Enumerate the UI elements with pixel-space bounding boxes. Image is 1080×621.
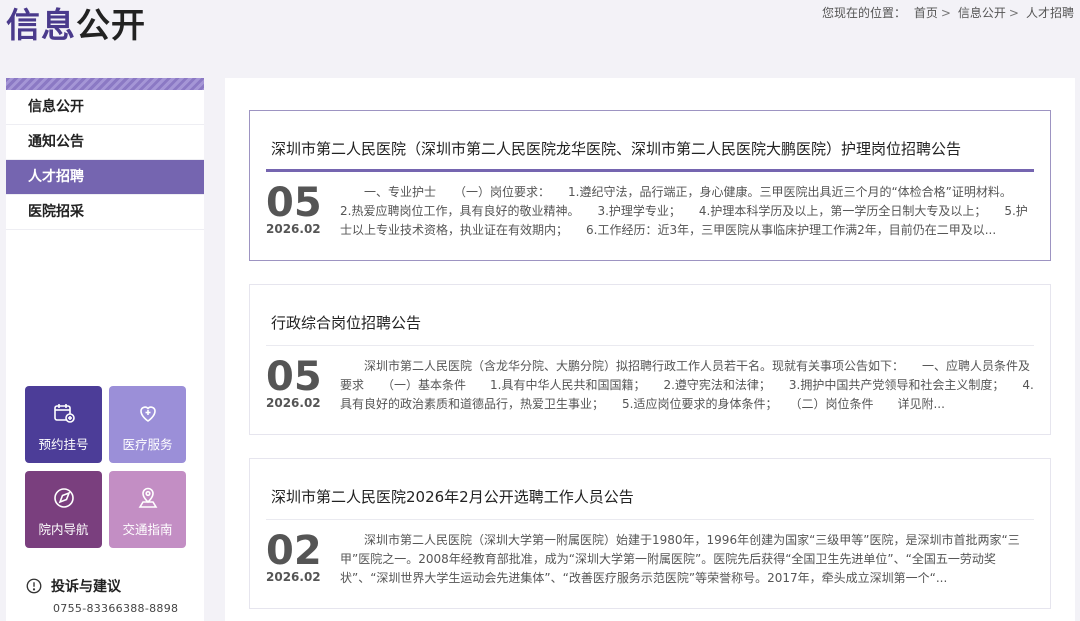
page-title: 信息公开 [6,4,146,48]
article-day: 05 [266,354,322,400]
tile-label: 医疗服务 [122,437,173,452]
article-day: 02 [266,528,322,574]
article-day: 05 [266,180,322,226]
tile-medical-service[interactable]: 医疗服务 [109,386,186,463]
navigation-icon [25,486,102,512]
page-title-part2: 公开 [76,6,146,46]
breadcrumb-prefix: 您现在的位置： [821,6,906,20]
tile-navigation[interactable]: 院内导航 [25,471,102,548]
heart-plus-icon [109,401,186,427]
sidebar-item-recruitment[interactable]: 人才招聘 [6,160,204,195]
sidebar-stripe [6,78,204,90]
breadcrumb: 您现在的位置： 首页 > 信息公开 > 人才招聘 [818,4,1074,21]
article-card[interactable]: 深圳市第二人民医院2026年2月公开选聘工作人员公告 02 2026.02 深圳… [249,458,1051,609]
article-divider [266,345,1034,346]
sidebar: 信息公开 通知公告 人才招聘 医院招采 预约挂号 医疗服务 院内导航 交通指南 … [6,78,204,621]
article-summary: 深圳市第二人民医院（深圳大学第一附属医院）始建于1980年，1996年创建为国家… [340,533,1020,585]
tile-appointment[interactable]: 预约挂号 [25,386,102,463]
article-title[interactable]: 深圳市第二人民医院（深圳市第二人民医院龙华医院、深圳市第二人民医院大鹏医院）护理… [271,138,1034,159]
page-title-part1: 信息 [6,6,76,46]
article-divider [266,519,1034,520]
article-card[interactable]: 行政综合岗位招聘公告 05 2026.02 深圳市第二人民医院（含龙华分院、大鹏… [249,284,1051,435]
breadcrumb-sep: > [940,6,951,20]
article-year-month: 2026.02 [266,222,321,236]
complaint-phone: 0755-83366388-8898 [53,602,179,615]
tile-label: 预约挂号 [38,437,89,452]
article-divider [266,169,1034,172]
article-card[interactable]: 深圳市第二人民医院（深圳市第二人民医院龙华医院、深圳市第二人民医院大鹏医院）护理… [249,110,1051,261]
breadcrumb-current[interactable]: 人才招聘 [1026,6,1074,20]
article-summary: 一、专业护士 （一）岗位要求： 1.遵纪守法，品行端正，身心健康。三甲医院出具近… [340,185,1030,237]
breadcrumb-info[interactable]: 信息公开 [958,6,1006,20]
article-title[interactable]: 行政综合岗位招聘公告 [271,312,1034,333]
article-summary: 深圳市第二人民医院（含龙华分院、大鹏分院）拟招聘行政工作人员若干名。现就有关事项… [340,359,1034,411]
article-year-month: 2026.02 [266,396,321,410]
article-title[interactable]: 深圳市第二人民医院2026年2月公开选聘工作人员公告 [271,486,1034,507]
article-list: 深圳市第二人民医院（深圳市第二人民医院龙华医院、深圳市第二人民医院大鹏医院）护理… [225,78,1075,621]
complaint-title: 投诉与建议 [51,579,121,595]
map-pin-icon [109,486,186,512]
article-year-month: 2026.02 [266,570,321,584]
tile-label: 交通指南 [122,522,173,537]
breadcrumb-sep: > [1008,6,1019,20]
complaint-section[interactable]: 投诉与建议 0755-83366388-8898 [25,576,200,615]
sidebar-item-info-public[interactable]: 信息公开 [6,90,204,125]
breadcrumb-home[interactable]: 首页 [914,6,938,20]
sidebar-item-notices[interactable]: 通知公告 [6,125,204,160]
calendar-plus-icon [25,401,102,427]
sidebar-item-procurement[interactable]: 医院招采 [6,195,204,230]
alert-circle-icon [26,578,42,594]
tile-traffic-guide[interactable]: 交通指南 [109,471,186,548]
tile-label: 院内导航 [38,522,89,537]
